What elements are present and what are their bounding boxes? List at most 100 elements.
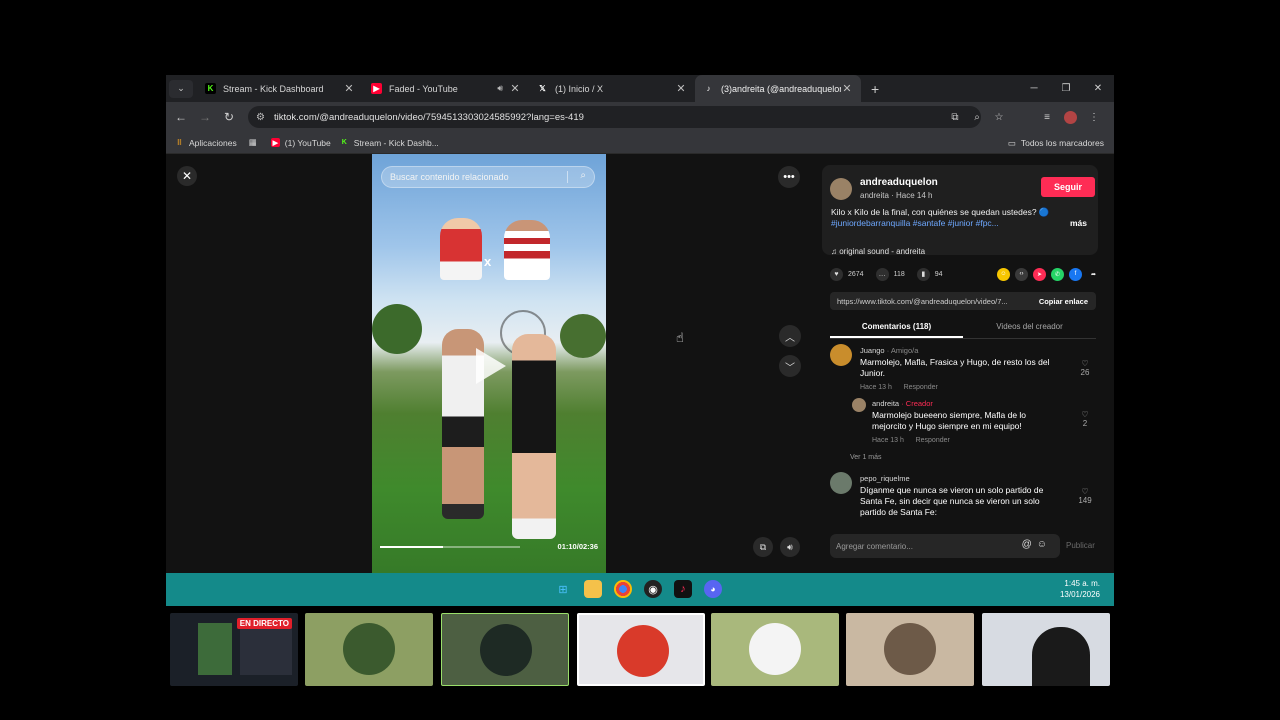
mention-emoji-icons[interactable]: @☺ (1022, 539, 1052, 550)
reload-icon[interactable]: ↻ (217, 110, 241, 124)
comment-button[interactable]: … 118 (875, 267, 905, 281)
hashtags[interactable]: #juniordebarranquilla #santafe #junior #… (831, 218, 999, 228)
participant-tile-active[interactable] (577, 613, 705, 686)
close-tab-icon[interactable]: ✕ (675, 82, 687, 95)
tree (372, 304, 422, 354)
system-clock[interactable]: 1:45 a. m. 13/01/2026 (1060, 578, 1100, 600)
reply-button[interactable]: Responder (904, 384, 938, 391)
participant-tile[interactable] (305, 613, 433, 686)
commenter-avatar[interactable] (830, 472, 852, 494)
facebook-icon[interactable]: f (1069, 267, 1082, 281)
author-username[interactable]: andreaduquelon (860, 177, 938, 188)
comment-item: Juango · Amigo/a Marmolejo, Mafla, Frasi… (830, 344, 1100, 394)
bookmark-apps[interactable]: ⠿ Aplicaciones (175, 138, 237, 148)
publish-button[interactable]: Publicar (1066, 541, 1095, 550)
restore-icon[interactable]: ❐ (1050, 75, 1082, 102)
play-icon[interactable] (476, 348, 506, 384)
close-icon[interactable]: ✕ (177, 166, 197, 186)
search-icon[interactable]: ⌕ (580, 170, 586, 181)
tab-strip: ⌄ K Stream - Kick Dashboard ✕ ▶ Faded - … (166, 75, 1114, 102)
video-progress-fill (380, 546, 443, 548)
commenter-name[interactable]: pepo_riquelme (860, 474, 910, 483)
tab-groups-icon[interactable]: ▦ (249, 137, 257, 148)
tab-tiktok[interactable]: ♪ (3)andreita (@andreaduquelon) ✕ (695, 75, 861, 102)
tab-search-icon[interactable]: ⌄ (169, 79, 193, 98)
volume-icon[interactable]: 🔊︎ (780, 537, 800, 557)
bookmarks-bar: ⠿ Aplicaciones ▦ ▶ (1) YouTube K Stream … (166, 132, 1114, 154)
all-bookmarks[interactable]: ▭ Todos los marcadores (1008, 132, 1104, 154)
close-tab-icon[interactable]: ✕ (841, 82, 853, 95)
bookmark-star-icon[interactable]: ☆ (988, 112, 1010, 123)
participant-tile-streamer[interactable]: EN DIRECTO (170, 613, 298, 686)
windows-start-icon[interactable]: ⊞ (554, 580, 572, 598)
tab-title: Faded - YouTube (389, 83, 458, 94)
whatsapp-icon[interactable]: ✆ (1051, 267, 1064, 281)
speaker-icon[interactable]: 🔊︎ (497, 83, 503, 94)
commenter-name[interactable]: Juango · Amigo/a (860, 346, 918, 355)
minimize-icon[interactable]: ─ (1018, 75, 1050, 102)
participant-tile[interactable] (846, 613, 974, 686)
chevron-down-icon[interactable]: ﹀ (779, 355, 801, 377)
tab-creator-videos[interactable]: Videos del creador (963, 317, 1096, 338)
youtube-icon: ▶ (270, 138, 280, 147)
more-options-icon[interactable]: ••• (778, 166, 800, 188)
discord-icon[interactable]: ◕ (704, 580, 722, 598)
reply-button[interactable]: Responder (916, 437, 950, 444)
video-progress-bar[interactable] (380, 546, 520, 548)
comment-like[interactable]: ♡ 26 (1075, 359, 1095, 377)
new-tab-button[interactable]: + (871, 81, 879, 97)
participant-tile[interactable] (711, 613, 839, 686)
view-more-replies[interactable]: Ver 1 más (850, 454, 882, 461)
address-bar[interactable]: ⚙ tiktok.com/@andreaduquelon/video/75945… (248, 106, 981, 128)
follow-button[interactable]: Seguir (1041, 177, 1095, 197)
related-search-input[interactable]: Buscar contenido relacionado ⌕ (381, 166, 595, 188)
tab-comments[interactable]: Comentarios (118) (830, 317, 963, 338)
bookmark-kick[interactable]: K Stream - Kick Dashb... (340, 138, 439, 148)
participant-tile[interactable] (441, 613, 569, 686)
tab-x[interactable]: 𝕏 (1) Inicio / X ✕ (529, 75, 695, 102)
emoji-share-icon[interactable]: ☺ (997, 267, 1010, 281)
forward-icon[interactable]: → (193, 110, 217, 124)
add-comment-input[interactable]: Agregar comentario... @☺ (830, 534, 1060, 558)
commenter-name[interactable]: andreita · Creador (872, 399, 933, 408)
tiktok-icon: ♪ (706, 84, 711, 93)
like-button[interactable]: ♥ 2674 (830, 267, 864, 281)
tab-kick[interactable]: K Stream - Kick Dashboard ✕ (197, 75, 363, 102)
save-button[interactable]: ▮ 94 (916, 267, 943, 281)
video-player[interactable]: x Buscar contenido relacionado ⌕ 01:10/0… (372, 154, 606, 573)
commenter-avatar[interactable] (830, 344, 852, 366)
author-subline: andreita · Hace 14 h (860, 191, 933, 200)
tab-title: (1) Inicio / X (555, 83, 604, 94)
author-avatar[interactable] (830, 178, 852, 200)
pip-icon[interactable]: ⧉ (753, 537, 773, 557)
participant-tile[interactable] (982, 613, 1110, 686)
share-arrow-icon[interactable]: ➦ (1087, 268, 1100, 281)
comment-time: Hace 13 h (860, 384, 892, 391)
tab-youtube[interactable]: ▶ Faded - YouTube 🔊︎ ✕ (363, 75, 529, 102)
zoom-icon[interactable]: ⌕ (966, 112, 988, 123)
role-text: · Amigo/a (884, 346, 919, 355)
menu-icon[interactable]: ⋮ (1082, 112, 1106, 123)
close-tab-icon[interactable]: ✕ (509, 82, 521, 95)
back-icon[interactable]: ← (169, 110, 193, 124)
commenter-avatar[interactable] (852, 398, 866, 412)
profile-avatar[interactable] (1064, 110, 1077, 124)
chrome-icon[interactable] (614, 580, 632, 598)
install-app-icon[interactable]: ⧉ (944, 112, 966, 123)
send-icon[interactable]: ➤ (1033, 267, 1046, 281)
close-tab-icon[interactable]: ✕ (343, 82, 355, 95)
copy-link-button[interactable]: Copiar enlace (1031, 297, 1096, 306)
tiktok-icon[interactable]: ♪ (674, 580, 692, 598)
comment-like[interactable]: ♡ 2 (1075, 410, 1095, 428)
chevron-up-icon[interactable]: ︿ (779, 325, 801, 347)
comment-like[interactable]: ♡ 149 (1075, 487, 1095, 505)
embed-icon[interactable]: ‹› (1015, 267, 1028, 281)
more-link[interactable]: más (1070, 218, 1087, 228)
sound-link[interactable]: ♫ original sound - andreita (831, 247, 925, 256)
media-control-icon[interactable]: ≡ (1035, 112, 1059, 123)
bookmark-youtube[interactable]: ▶ (1) YouTube (270, 138, 331, 148)
file-explorer-icon[interactable] (584, 580, 602, 598)
site-info-icon[interactable]: ⚙ (256, 112, 265, 123)
obs-icon[interactable]: ◉ (644, 580, 662, 598)
close-window-icon[interactable]: ✕ (1082, 75, 1114, 102)
